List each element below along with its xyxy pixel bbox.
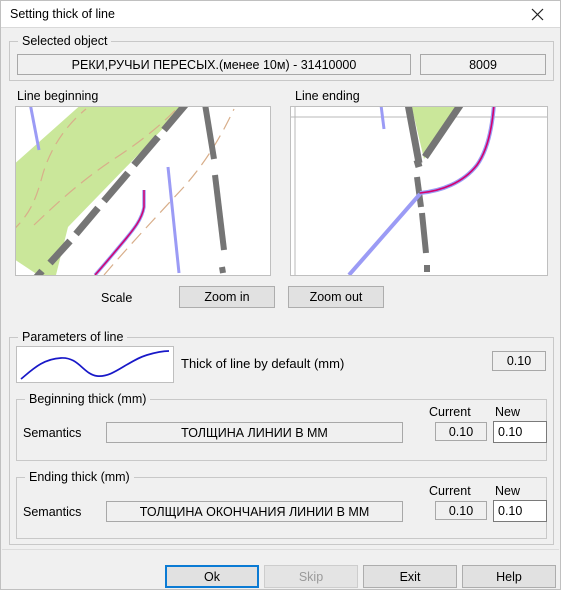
selected-object-code-field: 8009 — [420, 54, 546, 75]
beginning-new-label: New — [495, 405, 521, 419]
zoom-out-button[interactable]: Zoom out — [288, 286, 384, 308]
title-bar: Setting thick of line — [1, 1, 560, 28]
default-thick-label: Thick of line by default (mm) — [181, 356, 345, 371]
ok-button[interactable]: Ok — [165, 565, 259, 588]
selected-object-name-field: РЕКИ,РУЧЬИ ПЕРЕСЫХ.(менее 10м) - 3141000… — [17, 54, 411, 75]
default-thick-value: 0.10 — [492, 351, 546, 371]
setting-thick-of-line-dialog: Setting thick of line Selected object РЕ… — [0, 0, 561, 590]
close-icon[interactable] — [515, 1, 560, 27]
help-button[interactable]: Help — [462, 565, 556, 588]
ending-semantics-value: ТОЛЩИНА ОКОНЧАНИЯ ЛИНИИ В ММ — [106, 501, 403, 522]
scale-label: Scale — [101, 291, 133, 305]
line-beginning-label: Line beginning — [17, 89, 99, 103]
beginning-current-value: 0.10 — [435, 422, 487, 441]
beginning-current-label: Current — [429, 405, 471, 419]
exit-button[interactable]: Exit — [363, 565, 457, 588]
line-beginning-preview[interactable] — [15, 106, 271, 276]
window-title: Setting thick of line — [10, 7, 115, 21]
footer-separator — [2, 549, 559, 550]
ending-thick-group-label: Ending thick (mm) — [25, 470, 134, 485]
ending-new-input[interactable]: 0.10 — [493, 500, 547, 522]
ending-semantics-label: Semantics — [23, 505, 82, 519]
line-curve-preview-icon — [16, 346, 174, 383]
ending-current-label: Current — [429, 484, 471, 498]
line-ending-label: Line ending — [295, 89, 360, 103]
ending-current-value: 0.10 — [435, 501, 487, 520]
ending-new-label: New — [495, 484, 521, 498]
zoom-in-button[interactable]: Zoom in — [179, 286, 275, 308]
skip-button: Skip — [264, 565, 358, 588]
line-ending-preview[interactable] — [290, 106, 548, 276]
parameters-of-line-group-label: Parameters of line — [18, 330, 128, 345]
beginning-thick-group-label: Beginning thick (mm) — [25, 392, 151, 407]
beginning-semantics-label: Semantics — [23, 426, 82, 440]
beginning-semantics-value: ТОЛЩИНА ЛИНИИ В ММ — [106, 422, 403, 443]
beginning-new-input[interactable]: 0.10 — [493, 421, 547, 443]
selected-object-group-label: Selected object — [18, 34, 112, 49]
